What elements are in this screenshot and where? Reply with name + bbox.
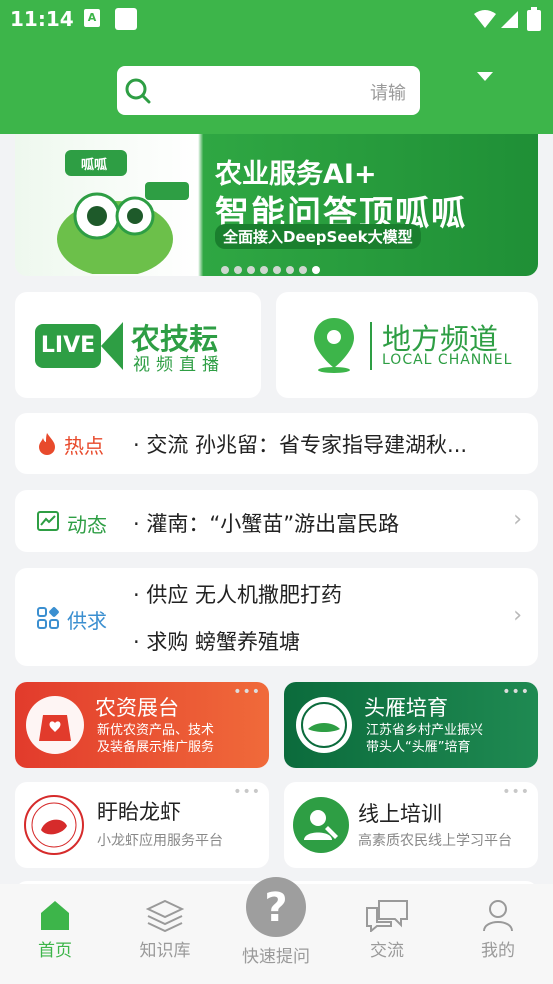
question-icon: ? [246,877,306,937]
crayfish-title: 盱眙龙虾 [97,800,181,824]
dropdown-arrow-icon[interactable] [477,72,493,81]
location-pin-icon [314,318,354,373]
app-notification-icon [115,8,137,30]
supply-demand-row[interactable]: 供求 · 供应 无人机撒肥打药 · 求购 螃蟹养殖塘 › [15,568,538,666]
home-icon [41,901,69,930]
tab-mine[interactable]: 我的 [453,898,543,961]
news-text[interactable]: · 灌南：“小蟹苗”游出富民路 [133,508,399,538]
signal-icon [501,11,518,28]
status-time: 11:14 [10,7,74,31]
supply-label: 供求 [67,609,107,633]
badge-emblem-icon [296,697,352,753]
agri-expo-desc: 新优农资产品、技术 [97,723,215,738]
battery-icon [527,7,541,31]
search-placeholder: 请输 [370,83,406,104]
agri-expo-title: 农资展台 [95,696,179,720]
banner-badge: 呱呱 [81,158,108,173]
carousel-dot[interactable] [247,266,255,274]
leader-training-tile[interactable]: 头雁培育 江苏省乡村产业振兴 带头人“头雁”培育 ••• [284,682,538,768]
notification-icon: A [84,9,100,27]
online-training-desc: 高素质农民线上学习平台 [358,833,512,849]
fire-icon [39,433,55,455]
carousel-dot[interactable] [299,266,307,274]
tab-knowledge-label: 知识库 [139,941,191,961]
svg-text:?: ? [264,885,287,931]
carousel-dot[interactable] [234,266,242,274]
wifi-icon [474,10,496,28]
trend-chart-icon [37,511,59,531]
status-bar: 11:14 A [0,0,553,38]
carousel-dots[interactable] [221,259,325,276]
layers-icon [145,899,185,933]
teacher-icon [293,797,349,853]
carousel-dot-active[interactable] [312,266,320,274]
leader-training-title: 头雁培育 [364,696,448,720]
search-bar[interactable]: 请输 [117,66,420,115]
hot-text[interactable]: · 交流 孙兆留：省专家指导建湖秋... [133,429,467,459]
tab-quick-ask-label: 快速提问 [242,947,310,967]
tab-home-label: 首页 [38,941,72,961]
online-training-tile[interactable]: 线上培训 高素质农民线上学习平台 ••• [284,782,538,868]
chevron-right-icon: › [513,507,522,532]
crayfish-desc: 小龙虾应用服务平台 [97,833,223,849]
tab-exchange-label: 交流 [370,941,404,961]
tab-quick-ask[interactable]: ? 快速提问 [231,876,321,967]
more-dots-icon[interactable]: ••• [233,784,261,800]
chat-bubbles-icon [366,900,408,934]
chevron-right-icon: › [513,603,522,628]
leader-training-desc: 带头人“头雁”培育 [366,740,471,755]
tab-knowledge[interactable]: 知识库 [120,898,210,961]
search-icon [125,78,151,104]
more-dots-icon[interactable]: ••• [502,684,530,700]
grid-icon [37,607,59,629]
supply-item[interactable]: · 供应 无人机撒肥打药 [133,579,342,609]
banner-line3: 全面接入DeepSeek大模型 [215,224,421,249]
leader-training-desc: 江苏省乡村产业振兴 [366,723,484,738]
carousel-dot[interactable] [273,266,281,274]
promo-banner[interactable]: 呱呱 农业服务AI+ 智能问答顶呱呱 全面接入DeepSeek大模型 [15,134,538,276]
news-label: 动态 [67,513,107,537]
bottom-tab-bar: 首页 知识库 ? 快速提问 交流 我的 [0,877,553,984]
live-card-subtitle: 视频直播 [133,355,225,375]
agri-expo-desc: 及装备展示推广服务 [97,740,215,755]
local-channel-card[interactable]: 地方频道 LOCAL CHANNEL [276,292,538,398]
live-video-card[interactable]: LIVE 农技耘 视频直播 [15,292,261,398]
agri-expo-tile[interactable]: 农资展台 新优农资产品、技术 及装备展示推广服务 ••• [15,682,269,768]
news-row[interactable]: 动态 · 灌南：“小蟹苗”游出富民路 › [15,490,538,552]
live-badge: LIVE [35,324,101,368]
hot-label: 热点 [64,434,104,458]
online-training-title: 线上培训 [358,802,442,826]
tab-mine-label: 我的 [481,941,515,961]
more-dots-icon[interactable]: ••• [233,684,261,700]
supply-item[interactable]: · 求购 螃蟹养殖塘 [133,626,300,656]
user-icon [483,900,513,932]
product-bag-icon [26,696,84,754]
frog-mascot-icon [57,150,189,274]
local-card-subtitle: LOCAL CHANNEL [382,352,513,368]
video-camera-icon [101,322,123,370]
crayfish-festival-logo-icon [24,795,84,855]
carousel-dot[interactable] [260,266,268,274]
tab-home[interactable]: 首页 [10,898,100,961]
divider [370,322,372,370]
carousel-dot[interactable] [286,266,294,274]
carousel-dot[interactable] [221,266,229,274]
more-dots-icon[interactable]: ••• [502,784,530,800]
crayfish-tile[interactable]: 盱眙龙虾 小龙虾应用服务平台 ••• [15,782,269,868]
hot-topics-row[interactable]: 热点 · 交流 孙兆留：省专家指导建湖秋... [15,413,538,474]
tab-exchange[interactable]: 交流 [342,898,432,961]
